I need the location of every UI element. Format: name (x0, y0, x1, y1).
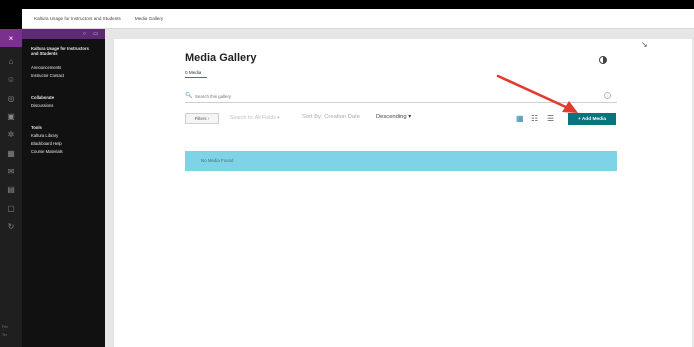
sort-by-dropdown[interactable]: Sort By: Creation Date (302, 114, 360, 120)
menu-item-course-materials[interactable]: Course Materials (31, 149, 63, 154)
media-tab-underline (185, 77, 207, 78)
breadcrumb-media-gallery[interactable]: Media Gallery (135, 16, 163, 21)
media-count-tab[interactable]: 0 Media (185, 70, 201, 75)
course-title[interactable]: Kaltura Usage for Instructors and Studen… (31, 46, 95, 56)
tools-icon[interactable]: ▢ (6, 204, 16, 214)
empty-state-message: No Media Found (201, 158, 234, 163)
top-bar: Kaltura Usage for Instructors and Studen… (22, 9, 694, 29)
menu-item-kaltura-library[interactable]: Kaltura Library (31, 133, 58, 138)
menu-item-instructor-contact[interactable]: Instructor Contact (31, 73, 64, 78)
menu-item-tools[interactable]: Tools (31, 125, 42, 130)
gallery-card (114, 39, 692, 347)
courses-icon[interactable]: ▣ (6, 112, 16, 122)
calendar-icon[interactable]: ▦ (6, 149, 16, 159)
icon-rail: × ⌂ ☺ ◎ ▣ ✲ ▦ ✉ ▤ ▢ ↻ Priv Ter (0, 29, 22, 347)
annotation-arrow-shaft (496, 74, 570, 110)
breadcrumb-course[interactable]: Kaltura Usage for Instructors and Studen… (34, 16, 121, 21)
messages-icon[interactable]: ✉ (6, 167, 16, 177)
search-in-dropdown[interactable]: Search In: All Fields ▾ (230, 115, 280, 121)
course-menu: ○ ▭ Kaltura Usage for Instructors and St… (22, 29, 105, 347)
page-title: Media Gallery (185, 52, 257, 64)
close-menu-button[interactable]: × (0, 29, 22, 47)
cursor-icon: ↘ (641, 40, 648, 49)
institution-icon[interactable]: ⌂ (6, 57, 16, 67)
contrast-icon[interactable] (599, 56, 607, 64)
menu-item-collaborate[interactable]: Collaborate (31, 95, 54, 100)
menu-controls-icon[interactable]: ○ ▭ (83, 31, 101, 37)
globe-icon[interactable]: ◎ (6, 94, 16, 104)
search-icon: 🔍︎ (185, 93, 193, 99)
screen: Kaltura Usage for Instructors and Studen… (0, 0, 694, 347)
terms-link[interactable]: Ter (2, 333, 7, 337)
sort-order-dropdown[interactable]: Descending ▾ (376, 114, 411, 120)
annotation-arrow (496, 74, 578, 113)
empty-state-banner: No Media Found (185, 151, 617, 171)
close-icon: × (8, 33, 14, 43)
menu-item-discussions[interactable]: Discussions (31, 103, 53, 108)
privacy-link[interactable]: Priv (2, 325, 8, 329)
profile-icon[interactable]: ☺ (6, 75, 16, 85)
info-icon[interactable]: i (604, 92, 611, 99)
menu-item-announcements[interactable]: Announcements (31, 65, 61, 70)
filters-button[interactable]: Filters › (185, 113, 219, 124)
signout-icon[interactable]: ↻ (6, 222, 16, 232)
grades-icon[interactable]: ▤ (6, 185, 16, 195)
course-menu-header: ○ ▭ (22, 29, 105, 39)
menu-item-blackboard-help[interactable]: Blackboard Help (31, 141, 62, 146)
organizations-icon[interactable]: ✲ (6, 130, 16, 140)
